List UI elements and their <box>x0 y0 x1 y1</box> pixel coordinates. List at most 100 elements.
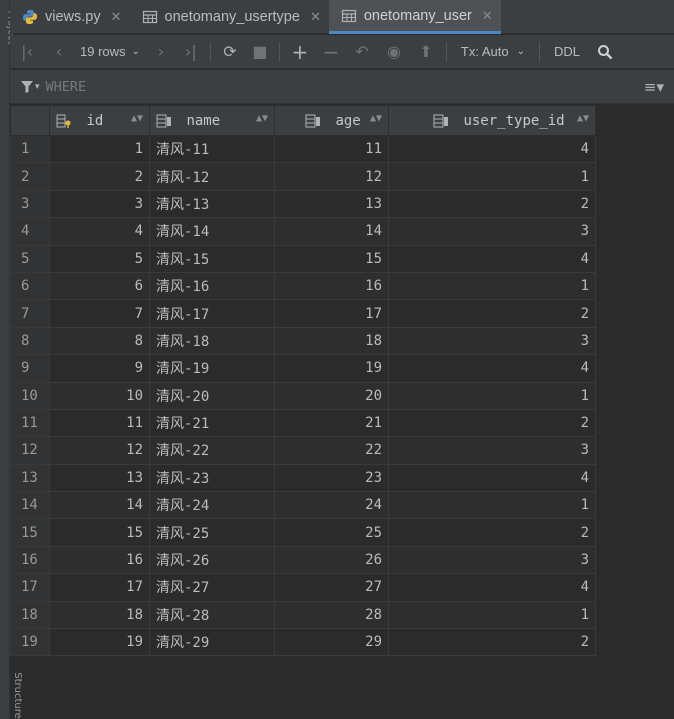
cell-user-type-id[interactable]: 2 <box>388 518 596 547</box>
cell-user-type-id[interactable]: 1 <box>388 491 596 520</box>
cell-id[interactable]: 14 <box>49 491 150 520</box>
cell-age[interactable]: 29 <box>274 628 389 657</box>
cell-name[interactable]: 清风-13 <box>149 189 275 219</box>
table-row[interactable]: 15 15 清风-25 25 2 <box>10 518 596 547</box>
table-row[interactable]: 9 9 清风-19 19 4 <box>10 354 596 383</box>
cell-age[interactable]: 15 <box>274 244 389 273</box>
ddl-button[interactable]: DDL <box>544 44 590 59</box>
cell-user-type-id[interactable]: 2 <box>388 628 596 657</box>
cell-name[interactable]: 清风-28 <box>149 600 275 630</box>
view-query-icon[interactable]: ◉ <box>378 35 410 69</box>
previous-page-icon[interactable]: ‹ <box>44 35 74 69</box>
sort-icon[interactable]: ▲▼ <box>577 113 589 124</box>
row-number-cell[interactable]: 18 <box>10 600 50 630</box>
cell-age[interactable]: 17 <box>274 299 389 328</box>
table-row[interactable]: 6 6 清风-16 16 1 <box>10 271 596 301</box>
table-row[interactable]: 18 18 清风-28 28 1 <box>10 600 596 630</box>
cell-age[interactable]: 21 <box>274 408 389 438</box>
close-icon[interactable]: ✕ <box>482 8 493 24</box>
row-number-cell[interactable]: 13 <box>10 463 50 493</box>
row-number-cell[interactable]: 19 <box>10 628 50 657</box>
cell-id[interactable]: 19 <box>49 628 150 657</box>
cell-id[interactable]: 9 <box>49 354 150 383</box>
cell-id[interactable]: 16 <box>49 545 150 575</box>
cell-name[interactable]: 清风-29 <box>149 628 275 657</box>
cell-user-type-id[interactable]: 3 <box>388 326 596 356</box>
row-number-cell[interactable]: 3 <box>10 189 50 219</box>
cell-name[interactable]: 清风-24 <box>149 491 275 520</box>
cell-name[interactable]: 清风-22 <box>149 436 275 465</box>
cell-age[interactable]: 22 <box>274 436 389 465</box>
table-row[interactable]: 2 2 清风-12 12 1 <box>10 162 596 191</box>
tab-onetomany-usertype[interactable]: onetomany_usertype ✕ <box>130 0 329 34</box>
cell-name[interactable]: 清风-16 <box>149 271 275 301</box>
cell-age[interactable]: 13 <box>274 189 389 219</box>
row-number-cell[interactable]: 9 <box>10 354 50 383</box>
row-number-cell[interactable]: 10 <box>10 381 50 410</box>
row-number-cell[interactable]: 4 <box>10 217 50 246</box>
cell-user-type-id[interactable]: 1 <box>388 600 596 630</box>
sort-icon[interactable]: ▲▼ <box>370 113 382 124</box>
delete-row-icon[interactable]: − <box>316 35 346 69</box>
cell-id[interactable]: 15 <box>49 518 150 547</box>
next-page-icon[interactable]: › <box>146 35 176 69</box>
table-row[interactable]: 13 13 清风-23 23 4 <box>10 463 596 493</box>
cell-age[interactable]: 23 <box>274 463 389 493</box>
submit-icon[interactable]: ⬆ <box>410 35 442 69</box>
cell-name[interactable]: 清风-25 <box>149 518 275 547</box>
row-number-cell[interactable]: 8 <box>10 326 50 356</box>
cell-id[interactable]: 13 <box>49 463 150 493</box>
table-row[interactable]: 10 10 清风-20 20 1 <box>10 381 596 410</box>
cell-name[interactable]: 清风-21 <box>149 408 275 438</box>
revert-icon[interactable]: ↶ <box>346 35 378 69</box>
cell-age[interactable]: 12 <box>274 162 389 191</box>
cell-user-type-id[interactable]: 1 <box>388 162 596 191</box>
cell-id[interactable]: 2 <box>49 162 150 191</box>
cell-age[interactable]: 20 <box>274 381 389 410</box>
table-row[interactable]: 5 5 清风-15 15 4 <box>10 244 596 273</box>
row-number-cell[interactable]: 16 <box>10 545 50 575</box>
cell-id[interactable]: 8 <box>49 326 150 356</box>
cell-id[interactable]: 11 <box>49 408 150 438</box>
filter-icon[interactable]: ▾ <box>20 80 40 94</box>
sort-icon[interactable]: ▲▼ <box>131 113 143 124</box>
cell-name[interactable]: 清风-12 <box>149 162 275 191</box>
close-icon[interactable]: ✕ <box>111 9 122 25</box>
cell-age[interactable]: 26 <box>274 545 389 575</box>
cell-user-type-id[interactable]: 2 <box>388 408 596 438</box>
cell-id[interactable]: 17 <box>49 573 150 602</box>
cell-age[interactable]: 11 <box>274 134 389 164</box>
table-row[interactable]: 11 11 清风-21 21 2 <box>10 408 596 438</box>
cell-name[interactable]: 清风-27 <box>149 573 275 602</box>
cell-id[interactable]: 10 <box>49 381 150 410</box>
cell-id[interactable]: 3 <box>49 189 150 219</box>
column-header-age[interactable]: age ▲▼ <box>274 105 389 136</box>
cell-user-type-id[interactable]: 4 <box>388 354 596 383</box>
row-number-cell[interactable]: 11 <box>10 408 50 438</box>
table-row[interactable]: 7 7 清风-17 17 2 <box>10 299 596 328</box>
cell-user-type-id[interactable]: 2 <box>388 189 596 219</box>
row-number-cell[interactable]: 12 <box>10 436 50 465</box>
cell-age[interactable]: 24 <box>274 491 389 520</box>
cell-user-type-id[interactable]: 4 <box>388 463 596 493</box>
stop-icon[interactable]: ■ <box>245 35 275 69</box>
row-number-cell[interactable]: 14 <box>10 491 50 520</box>
row-number-cell[interactable]: 1 <box>10 134 50 164</box>
row-number-cell[interactable]: 17 <box>10 573 50 602</box>
cell-age[interactable]: 25 <box>274 518 389 547</box>
column-header-user-type-id[interactable]: user_type_id ▲▼ <box>388 105 596 136</box>
structure-tool-tab[interactable]: Structure <box>12 672 23 719</box>
cell-id[interactable]: 5 <box>49 244 150 273</box>
cell-user-type-id[interactable]: 2 <box>388 299 596 328</box>
cell-id[interactable]: 1 <box>49 134 150 164</box>
tab-onetomany-user[interactable]: onetomany_user ✕ <box>328 0 501 34</box>
table-row[interactable]: 17 17 清风-27 27 4 <box>10 573 596 602</box>
cell-name[interactable]: 清风-17 <box>149 299 275 328</box>
cell-user-type-id[interactable]: 4 <box>388 244 596 273</box>
first-page-icon[interactable]: |‹ <box>10 35 44 69</box>
cell-name[interactable]: 清风-20 <box>149 381 275 410</box>
cell-user-type-id[interactable]: 1 <box>388 271 596 301</box>
cell-user-type-id[interactable]: 4 <box>388 573 596 602</box>
rows-count-dropdown[interactable]: 19 rows ⌄ <box>74 44 146 59</box>
refresh-icon[interactable]: ⟳ <box>215 35 245 69</box>
